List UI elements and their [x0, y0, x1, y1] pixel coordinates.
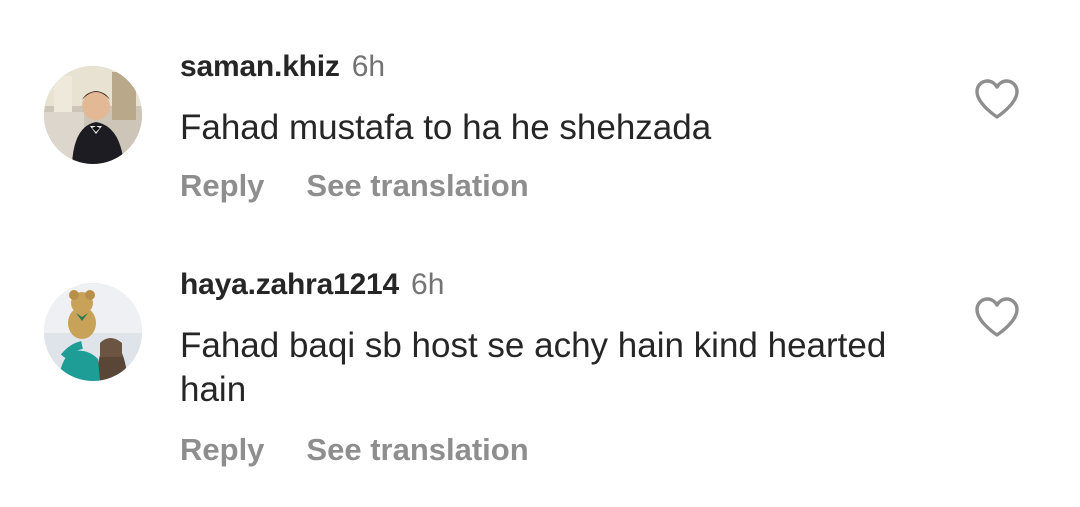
- timestamp: 6h: [351, 50, 386, 83]
- comment-header: saman.khiz 6h: [180, 52, 385, 82]
- comment-item: saman.khiz 6h Fahad mustafa to ha he sheh…: [0, 0, 1080, 240]
- see-translation-button[interactable]: See translation: [306, 434, 528, 465]
- timestamp: 6h: [411, 268, 445, 301]
- reply-button[interactable]: Reply: [180, 434, 264, 465]
- heart-outline-icon[interactable]: [974, 296, 1020, 338]
- comment-item: haya.zahra1214 6h Fahad baqi sb host se a…: [0, 260, 1080, 507]
- comment-text: Fahad baqi sb host se achy hain kind hea…: [180, 326, 887, 409]
- username[interactable]: haya.zahra1214: [180, 268, 399, 301]
- reply-button[interactable]: Reply: [180, 170, 264, 201]
- username[interactable]: saman.khiz: [180, 50, 340, 83]
- comment-actions: Reply See translation: [180, 170, 529, 201]
- see-translation-button[interactable]: See translation: [306, 170, 528, 201]
- heart-outline-icon[interactable]: [974, 78, 1020, 120]
- avatar[interactable]: [44, 283, 142, 381]
- comment-header: haya.zahra1214 6h: [180, 270, 444, 300]
- comment-actions: Reply See translation: [180, 434, 529, 465]
- comment-text: Fahad mustafa to ha he shehzada: [180, 108, 712, 147]
- avatar[interactable]: [44, 66, 142, 164]
